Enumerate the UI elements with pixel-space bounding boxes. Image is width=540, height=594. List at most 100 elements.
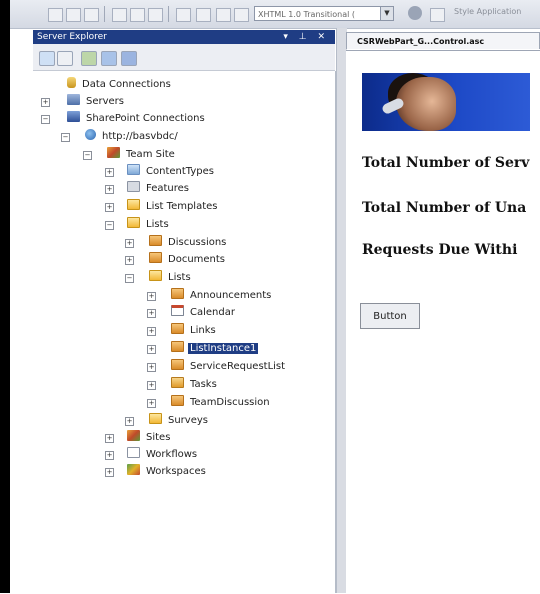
list-icon [171, 288, 184, 299]
tree-node-documents[interactable]: Documents [149, 252, 227, 268]
toolbar-button[interactable] [112, 8, 127, 22]
server-explorer-tree: Data Connections + Servers − SharePoint … [33, 71, 336, 593]
tree-node-surveys[interactable]: Surveys [149, 413, 210, 429]
database-icon [67, 77, 76, 88]
tree-node-team-discussion[interactable]: TeamDiscussion [171, 395, 272, 411]
collapse-icon[interactable]: − [41, 115, 50, 124]
toolbar-button[interactable] [196, 8, 211, 22]
expand-icon[interactable]: + [105, 185, 114, 194]
heading-total-unassigned: Total Number of Una [362, 200, 527, 216]
doctype-select[interactable]: XHTML 1.0 Transitional ( ▼ [254, 6, 394, 21]
tree-node-service-request-list[interactable]: ServiceRequestList [171, 359, 287, 375]
toolbar-button[interactable] [130, 8, 145, 22]
expand-icon[interactable]: + [147, 381, 156, 390]
tree-node-discussions[interactable]: Discussions [149, 235, 228, 251]
heading-total-service: Total Number of Serv [362, 155, 530, 171]
server-explorer-title-bar[interactable]: Server Explorer ▾ ⊥ ✕ [33, 30, 335, 44]
tree-node-workspaces[interactable]: Workspaces [127, 464, 208, 480]
expand-icon[interactable]: + [147, 399, 156, 408]
features-icon [127, 181, 140, 192]
tree-node-announcements[interactable]: Announcements [171, 288, 273, 304]
expand-icon[interactable]: + [147, 345, 156, 354]
toolbar-button[interactable] [66, 8, 81, 22]
tree-node-calendar[interactable]: Calendar [171, 305, 237, 321]
style-application-label: Style Application [454, 7, 522, 16]
workspace-icon [127, 464, 140, 475]
site-icon [107, 147, 120, 158]
content-type-icon [127, 164, 140, 175]
tree-node-lists-inner[interactable]: Lists [149, 270, 193, 286]
toolbar-button[interactable] [48, 8, 63, 22]
tree-node-sharepoint-connections[interactable]: SharePoint Connections [67, 111, 207, 127]
tree-node-lists[interactable]: Lists [127, 217, 171, 233]
site-icon [127, 430, 140, 441]
connect-server-icon[interactable] [101, 51, 117, 66]
tree-node-list-templates[interactable]: List Templates [127, 199, 220, 215]
folder-icon [149, 413, 162, 424]
server-explorer-toolbar [33, 44, 335, 71]
connect-database-icon[interactable] [81, 51, 97, 66]
toolbar-button[interactable] [234, 8, 249, 22]
collapse-icon[interactable]: − [61, 133, 70, 142]
expand-icon[interactable]: + [105, 434, 114, 443]
tree-node-list-instance1[interactable]: ListInstance1 [171, 341, 259, 357]
tree-node-team-site[interactable]: Team Site [107, 147, 177, 163]
list-icon [149, 252, 162, 263]
globe-icon[interactable] [408, 6, 422, 20]
tree-node-sites[interactable]: Sites [127, 430, 172, 446]
tree-node-features[interactable]: Features [127, 181, 191, 197]
list-icon [171, 359, 184, 370]
collapse-icon[interactable]: − [125, 274, 134, 283]
banner-photo [362, 73, 530, 131]
toolbar-button[interactable] [148, 8, 163, 22]
tree-node-tasks[interactable]: Tasks [171, 377, 219, 393]
toolbar-separator [104, 6, 105, 22]
tree-node-data-connections[interactable]: Data Connections [67, 77, 173, 93]
expand-icon[interactable]: + [147, 363, 156, 372]
button-control[interactable]: Button [360, 303, 420, 329]
collapse-icon[interactable]: − [83, 151, 92, 160]
expand-icon[interactable]: + [147, 292, 156, 301]
expand-icon[interactable]: + [125, 239, 134, 248]
collapse-icon[interactable]: − [105, 221, 114, 230]
expand-icon[interactable]: + [105, 203, 114, 212]
stop-icon[interactable] [57, 51, 73, 66]
design-surface: Total Number of Serv Total Number of Una… [346, 50, 540, 594]
folder-icon [127, 217, 140, 228]
toolbar: XHTML 1.0 Transitional ( ▼ Style Applica… [10, 0, 540, 29]
chevron-down-icon[interactable]: ▼ [380, 7, 393, 20]
heading-requests-due: Requests Due Withi [362, 242, 518, 258]
list-icon [171, 341, 184, 352]
expand-icon[interactable]: + [125, 417, 134, 426]
tab-document[interactable]: CSRWebPart_G...Control.asc [346, 32, 540, 49]
tree-node-site-url[interactable]: http://basvbdc/ [85, 129, 180, 145]
expand-icon[interactable]: + [147, 309, 156, 318]
tree-node-servers[interactable]: Servers [67, 94, 126, 110]
toolbar-button[interactable] [84, 8, 99, 22]
left-black-border [0, 0, 10, 593]
calendar-icon [171, 305, 184, 316]
folder-icon [149, 270, 162, 281]
toolbar-button[interactable] [216, 8, 231, 22]
refresh-icon[interactable] [39, 51, 55, 66]
folder-icon [127, 199, 140, 210]
tree-node-content-types[interactable]: ContentTypes [127, 164, 216, 180]
tree-node-workflows[interactable]: Workflows [127, 447, 199, 463]
list-icon [171, 395, 184, 406]
toolbar-button[interactable] [430, 8, 445, 22]
tasks-icon [171, 377, 184, 388]
toolbar-button[interactable] [176, 8, 191, 22]
expand-icon[interactable]: + [41, 98, 50, 107]
connect-sharepoint-icon[interactable] [121, 51, 137, 66]
photo-face [396, 77, 456, 131]
window-controls[interactable]: ▾ ⊥ ✕ [283, 30, 329, 44]
tree-node-links[interactable]: Links [171, 323, 218, 339]
expand-icon[interactable]: + [125, 256, 134, 265]
expand-icon[interactable]: + [147, 327, 156, 336]
list-icon [171, 323, 184, 334]
expand-icon[interactable]: + [105, 168, 114, 177]
server-explorer-title: Server Explorer [37, 32, 107, 42]
expand-icon[interactable]: + [105, 451, 114, 460]
expand-icon[interactable]: + [105, 468, 114, 477]
workflow-icon [127, 447, 140, 458]
